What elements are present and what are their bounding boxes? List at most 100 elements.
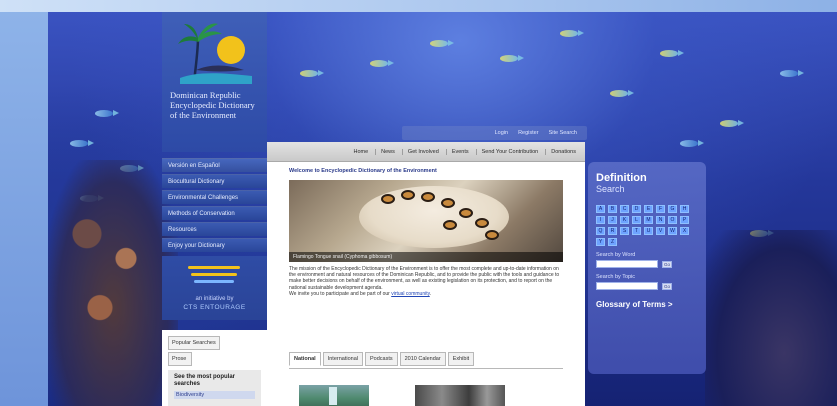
fish-image bbox=[610, 90, 634, 97]
letter-h[interactable]: H bbox=[680, 205, 689, 213]
definition-subtitle: Search bbox=[596, 184, 625, 194]
letter-g[interactable]: G bbox=[668, 205, 677, 213]
fish-image bbox=[660, 50, 684, 57]
letter-m[interactable]: M bbox=[644, 216, 653, 224]
sponsor-text: an initiative by bbox=[195, 296, 234, 302]
side-panel: See the most popular searches Biodiversi… bbox=[168, 370, 261, 406]
fish-image bbox=[680, 140, 704, 147]
people-thumbnail[interactable] bbox=[415, 385, 505, 406]
letter-f[interactable]: F bbox=[656, 205, 665, 213]
left-nav: Versión en Español Biocultural Dictionar… bbox=[162, 158, 267, 252]
letter-p[interactable]: P bbox=[680, 216, 689, 224]
fish-image bbox=[430, 40, 454, 47]
letter-r[interactable]: R bbox=[608, 227, 617, 235]
nav-news[interactable]: News bbox=[375, 148, 400, 155]
tab-exhibit[interactable]: Exhibit bbox=[447, 352, 475, 366]
top-strip bbox=[0, 0, 837, 12]
alphabet-index: ABCDEFGH IJKLMNOP QRSTUVWX YZ bbox=[596, 205, 696, 246]
side-panel-title: See the most popular searches bbox=[174, 374, 236, 387]
intro-paragraph: The mission of the Encyclopedic Dictiona… bbox=[289, 266, 560, 291]
side-tabs: Popular Searches bbox=[168, 336, 261, 350]
login-link[interactable]: Login bbox=[495, 130, 508, 136]
content-panel: Welcome to Encyclopedic Dictionary of th… bbox=[267, 162, 585, 406]
hero-image[interactable]: Flamingo Tongue snail (Cyphoma gibbosum) bbox=[289, 180, 563, 262]
nav-item-conservation[interactable]: Methods of Conservation bbox=[162, 206, 267, 220]
nav-item-challenges[interactable]: Environmental Challenges bbox=[162, 190, 267, 204]
letter-v[interactable]: V bbox=[656, 227, 665, 235]
nav-get-involved[interactable]: Get Involved bbox=[401, 148, 444, 155]
letter-x[interactable]: X bbox=[680, 227, 689, 235]
letter-e[interactable]: E bbox=[644, 205, 653, 213]
letter-k[interactable]: K bbox=[620, 216, 629, 224]
search-topic-row: Go bbox=[596, 282, 698, 290]
search-word-label: Search by Word bbox=[596, 252, 636, 258]
sponsor-box[interactable]: an initiative by CTS ENTOURAGE bbox=[162, 256, 267, 320]
tab-prose[interactable]: Prose bbox=[168, 352, 192, 366]
content-tabs: National International Podcasts 2010 Cal… bbox=[289, 352, 475, 366]
letter-c[interactable]: C bbox=[620, 205, 629, 213]
shell-spot bbox=[485, 230, 499, 240]
register-link[interactable]: Register bbox=[518, 130, 538, 136]
page-title: Welcome to Encyclopedic Dictionary of th… bbox=[289, 168, 437, 174]
nav-item-biocultural[interactable]: Biocultural Dictionary bbox=[162, 174, 267, 188]
nav-item-resources[interactable]: Resources bbox=[162, 222, 267, 236]
palm-sun-logo-icon bbox=[178, 23, 252, 84]
hero-caption: Flamingo Tongue snail (Cyphoma gibbosum) bbox=[289, 252, 563, 262]
fish-image bbox=[720, 120, 744, 127]
search-word-input[interactable] bbox=[596, 260, 658, 268]
glossary-link[interactable]: Glossary of Terms > bbox=[596, 300, 698, 309]
shell-spot bbox=[381, 194, 395, 204]
shell-spot bbox=[475, 218, 489, 228]
letter-j[interactable]: J bbox=[608, 216, 617, 224]
search-topic-select[interactable] bbox=[596, 282, 658, 290]
letter-b[interactable]: B bbox=[608, 205, 617, 213]
coral-image bbox=[705, 230, 837, 406]
search-word-button[interactable]: Go bbox=[662, 260, 672, 268]
tab-calendar[interactable]: 2010 Calendar bbox=[399, 352, 446, 366]
letter-n[interactable]: N bbox=[656, 216, 665, 224]
shell-spot bbox=[421, 192, 435, 202]
letter-s[interactable]: S bbox=[620, 227, 629, 235]
letter-i[interactable]: I bbox=[596, 216, 605, 224]
letter-l[interactable]: L bbox=[632, 216, 641, 224]
nav-donations[interactable]: Donations bbox=[545, 148, 581, 155]
virtual-community-link[interactable]: virtual community bbox=[391, 291, 430, 297]
tab-national[interactable]: National bbox=[289, 352, 321, 366]
letter-t[interactable]: T bbox=[632, 227, 641, 235]
sponsor-logo-icon bbox=[188, 266, 240, 287]
letter-z[interactable]: Z bbox=[608, 238, 617, 246]
fish-image bbox=[95, 110, 119, 117]
tab-popular-searches[interactable]: Popular Searches bbox=[168, 336, 220, 350]
tab-content bbox=[289, 368, 563, 406]
fish-image bbox=[560, 30, 584, 37]
search-topic-button[interactable]: Go bbox=[662, 282, 672, 290]
letter-q[interactable]: Q bbox=[596, 227, 605, 235]
tab-international[interactable]: International bbox=[322, 352, 363, 366]
letter-a[interactable]: A bbox=[596, 205, 605, 213]
letter-d[interactable]: D bbox=[632, 205, 641, 213]
nav-events[interactable]: Events bbox=[445, 148, 474, 155]
letter-w[interactable]: W bbox=[668, 227, 677, 235]
nav-item-spanish[interactable]: Versión en Español bbox=[162, 158, 267, 172]
definition-search-panel: Definition Search ABCDEFGH IJKLMNOP QRSTUV… bbox=[588, 162, 706, 374]
waterfall-thumbnail[interactable] bbox=[299, 385, 369, 406]
site-search-link[interactable]: Site Search bbox=[549, 130, 577, 136]
sponsor-name: CTS ENTOURAGE bbox=[183, 304, 246, 311]
utility-nav: Login Register Site Search bbox=[402, 126, 587, 140]
logo-title: Dominican Republic Encyclopedic Dictiona… bbox=[170, 90, 255, 120]
shell-spot bbox=[459, 208, 473, 218]
intro-cta: We invite you to participate and be part… bbox=[289, 290, 390, 297]
fish-image bbox=[780, 70, 804, 77]
letter-y[interactable]: Y bbox=[596, 238, 605, 246]
nav-item-enjoy[interactable]: Enjoy your Dictionary bbox=[162, 238, 267, 252]
letter-o[interactable]: O bbox=[668, 216, 677, 224]
fish-image bbox=[370, 60, 394, 67]
nav-home[interactable]: Home bbox=[348, 149, 373, 155]
intro-text: The mission of the Encyclopedic Dictiona… bbox=[289, 266, 560, 297]
tab-podcasts[interactable]: Podcasts bbox=[364, 352, 398, 366]
letter-u[interactable]: U bbox=[644, 227, 653, 235]
site-logo[interactable]: Dominican Republic Encyclopedic Dictiona… bbox=[162, 12, 267, 152]
search-topic-label: Search by Topic bbox=[596, 274, 636, 280]
popular-search-item[interactable]: Biodiversity bbox=[174, 391, 255, 399]
nav-send-contribution[interactable]: Send Your Contribution bbox=[475, 148, 544, 155]
